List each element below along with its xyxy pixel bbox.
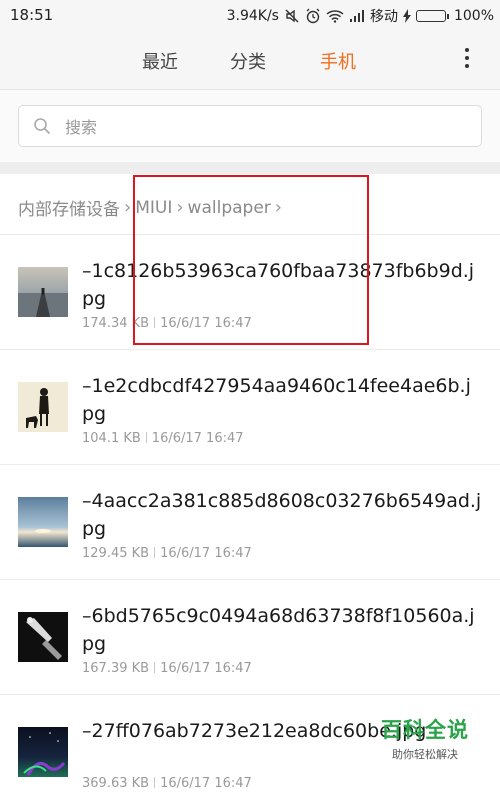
network-speed: 3.94K/s	[226, 8, 279, 24]
file-date: 16/6/17 16:47	[160, 661, 252, 676]
chevron-right-icon: ›	[124, 197, 132, 218]
carrier-label: 移动	[369, 9, 398, 25]
breadcrumb-wallpaper[interactable]: wallpaper	[188, 198, 271, 218]
battery-icon	[415, 10, 449, 22]
file-meta: 369.63 KB 16/6/17 16:47	[82, 776, 252, 791]
breadcrumb-miui[interactable]: MIUI	[135, 198, 172, 218]
watermark-subtitle: 助你轻松解决	[392, 748, 458, 761]
mute-icon	[284, 8, 300, 24]
file-name: –1c8126b53963ca760fbaa73873fb6b9d.jpg	[82, 260, 475, 310]
file-name: –6bd5765c9c0494a68d63738f8f10560a.jpg	[82, 605, 475, 655]
file-thumbnail	[18, 382, 68, 432]
file-size: 129.45 KB	[82, 546, 150, 561]
tab-phone[interactable]: 手机	[320, 48, 356, 74]
file-date: 16/6/17 16:47	[160, 316, 252, 331]
file-meta: 129.45 KB 16/6/17 16:47	[82, 546, 252, 561]
file-row[interactable]: –1c8126b53963ca760fbaa73873fb6b9d.jpg 17…	[0, 234, 500, 349]
section-divider	[0, 162, 500, 174]
alarm-icon	[305, 8, 321, 24]
file-meta: 174.34 KB 16/6/17 16:47	[82, 316, 252, 331]
file-name: –4aacc2a381c885d8608c03276b6549ad.jpg	[82, 490, 482, 540]
search-input[interactable]	[63, 114, 467, 140]
tab-category[interactable]: 分类	[230, 48, 266, 74]
file-meta: 167.39 KB 16/6/17 16:47	[82, 661, 252, 676]
charging-icon	[402, 9, 411, 23]
file-thumbnail	[18, 267, 68, 317]
wifi-icon	[326, 9, 344, 23]
tab-recent[interactable]: 最近	[142, 48, 178, 74]
chevron-right-icon: ›	[274, 197, 282, 218]
breadcrumb-internal-storage[interactable]: 内部存储设备	[18, 195, 120, 220]
breadcrumb: 内部存储设备 › MIUI › wallpaper ›	[18, 195, 286, 220]
more-menu-icon[interactable]	[464, 48, 470, 68]
file-size: 369.63 KB	[82, 776, 150, 791]
file-date: 16/6/17 16:47	[160, 776, 252, 791]
file-size: 167.39 KB	[82, 661, 150, 676]
status-time: 18:51	[10, 6, 54, 24]
chevron-right-icon: ›	[176, 197, 184, 218]
watermark: 百科全说 助你轻松解决	[360, 714, 490, 762]
file-row[interactable]: –1e2cdbcdf427954aa9460c14fee4ae6b.jpg 10…	[0, 349, 500, 464]
file-name: –1e2cdbcdf427954aa9460c14fee4ae6b.jpg	[82, 375, 471, 425]
tab-bar: 最近 分类 手机	[0, 30, 500, 90]
file-date: 16/6/17 16:47	[160, 546, 252, 561]
status-icons: 3.94K/s 移动 100%	[227, 6, 494, 26]
status-bar: 18:51 3.94K/s 移动 100%	[0, 0, 500, 30]
battery-percent: 100%	[453, 8, 494, 24]
signal-icon	[349, 9, 365, 23]
search-box[interactable]	[18, 105, 482, 147]
file-date: 16/6/17 16:47	[151, 431, 244, 446]
file-row[interactable]: –4aacc2a381c885d8608c03276b6549ad.jpg 12…	[0, 464, 500, 579]
file-row[interactable]: –6bd5765c9c0494a68d63738f8f10560a.jpg 16…	[0, 579, 500, 694]
file-thumbnail	[18, 497, 68, 547]
file-thumbnail	[18, 612, 68, 662]
watermark-title: 百科全说	[381, 718, 469, 742]
file-meta: 104.1 KB 16/6/17 16:47	[82, 431, 244, 446]
search-area	[0, 90, 500, 162]
file-thumbnail	[18, 727, 68, 777]
file-size: 174.34 KB	[82, 316, 150, 331]
file-size: 104.1 KB	[82, 431, 141, 446]
search-icon	[33, 117, 51, 139]
